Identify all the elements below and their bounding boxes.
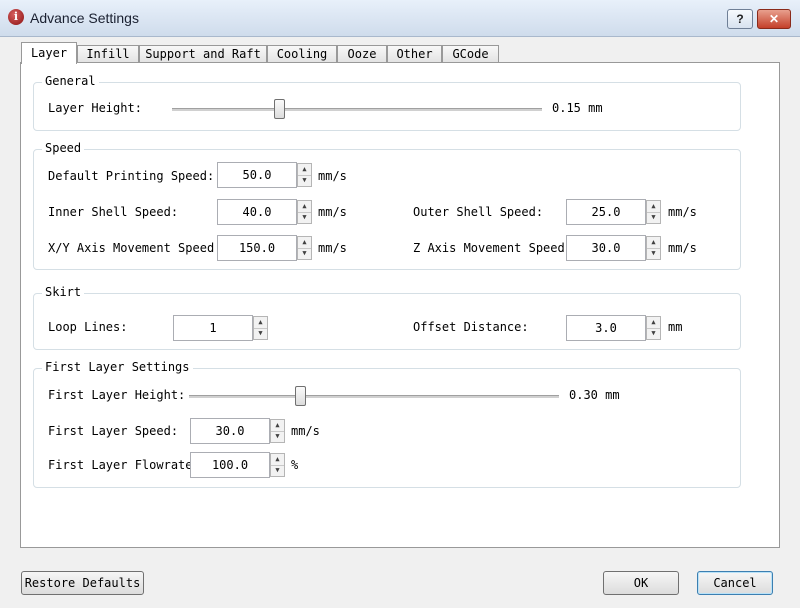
first-layer-height-slider-thumb[interactable] <box>295 386 306 406</box>
help-button[interactable]: ? <box>727 9 753 29</box>
first-layer-speed-spinbox: 30.0 ▲ ▼ <box>190 418 286 444</box>
spin-down-icon[interactable]: ▼ <box>271 431 284 442</box>
offset-distance-spinbox: 3.0 ▲ ▼ <box>566 315 662 341</box>
spin-down-icon[interactable]: ▼ <box>647 248 660 259</box>
tab-other[interactable]: Other <box>387 45 442 63</box>
default-printing-speed-input[interactable]: 50.0 <box>217 162 297 188</box>
tab-layer[interactable]: Layer <box>21 42 77 64</box>
first-layer-speed-input[interactable]: 30.0 <box>190 418 270 444</box>
close-icon: ✕ <box>768 12 780 26</box>
ok-button[interactable]: OK <box>603 571 679 595</box>
loop-lines-input[interactable]: 1 <box>173 315 253 341</box>
speed-group-title: Speed <box>42 141 85 155</box>
first-layer-group-title: First Layer Settings <box>42 360 193 374</box>
first-layer-height-slider-track[interactable] <box>189 395 559 398</box>
first-layer-group: First Layer Settings First Layer Height:… <box>33 360 741 488</box>
layer-height-slider-thumb[interactable] <box>274 99 286 119</box>
layer-height-value: 0.15 mm <box>552 101 603 115</box>
app-info-icon: i <box>8 9 24 25</box>
tab-support-and-raft[interactable]: Support and Raft <box>139 45 267 63</box>
outer-shell-speed-label: Outer Shell Speed: <box>413 205 544 219</box>
general-group: General Layer Height: 0.15 mm <box>33 74 741 131</box>
skirt-group-title: Skirt <box>42 285 85 299</box>
first-layer-flowrate-stepper[interactable]: ▲ ▼ <box>270 453 285 477</box>
outer-shell-speed-input[interactable]: 25.0 <box>566 199 646 225</box>
general-group-title: General <box>42 74 99 88</box>
default-printing-speed-label: Default Printing Speed: <box>48 169 215 183</box>
first-layer-flowrate-unit: % <box>291 458 299 472</box>
inner-shell-speed-stepper[interactable]: ▲ ▼ <box>297 200 312 224</box>
skirt-group: Skirt Loop Lines: 1 ▲ ▼ Offset Distance:… <box>33 285 741 350</box>
loop-lines-spinbox: 1 ▲ ▼ <box>173 315 269 341</box>
offset-distance-unit: mm <box>668 320 683 334</box>
inner-shell-speed-label: Inner Shell Speed: <box>48 205 179 219</box>
outer-shell-speed-spinbox: 25.0 ▲ ▼ <box>566 199 662 225</box>
default-printing-speed-unit: mm/s <box>318 169 347 183</box>
loop-lines-stepper[interactable]: ▲ ▼ <box>253 316 268 340</box>
first-layer-speed-unit: mm/s <box>291 424 320 438</box>
restore-defaults-button[interactable]: Restore Defaults <box>21 571 144 595</box>
offset-distance-stepper[interactable]: ▲ ▼ <box>646 316 661 340</box>
first-layer-height-label: First Layer Height: <box>48 388 186 402</box>
z-axis-speed-label: Z Axis Movement Speed: <box>413 241 572 255</box>
first-layer-flowrate-input[interactable]: 100.0 <box>190 452 270 478</box>
window-title: Advance Settings <box>30 10 139 26</box>
first-layer-speed-label: First Layer Speed: <box>48 424 179 438</box>
tab-ooze[interactable]: Ooze <box>337 45 387 63</box>
inner-shell-speed-input[interactable]: 40.0 <box>217 199 297 225</box>
spin-down-icon[interactable]: ▼ <box>647 212 660 223</box>
xy-axis-speed-stepper[interactable]: ▲ ▼ <box>297 236 312 260</box>
close-button[interactable]: ✕ <box>757 9 791 29</box>
spin-down-icon[interactable]: ▼ <box>298 248 311 259</box>
outer-shell-speed-unit: mm/s <box>668 205 697 219</box>
offset-distance-label: Offset Distance: <box>413 320 529 334</box>
tab-infill[interactable]: Infill <box>77 45 139 63</box>
first-layer-height-value: 0.30 mm <box>569 388 620 402</box>
xy-axis-speed-spinbox: 150.0 ▲ ▼ <box>217 235 313 261</box>
spin-down-icon[interactable]: ▼ <box>647 328 660 339</box>
inner-shell-speed-spinbox: 40.0 ▲ ▼ <box>217 199 313 225</box>
default-printing-speed-spinbox: 50.0 ▲ ▼ <box>217 162 313 188</box>
spin-down-icon[interactable]: ▼ <box>298 212 311 223</box>
xy-axis-speed-label: X/Y Axis Movement Speed: <box>48 241 222 255</box>
first-layer-flowrate-spinbox: 100.0 ▲ ▼ <box>190 452 286 478</box>
layer-height-label: Layer Height: <box>48 101 142 115</box>
spin-down-icon[interactable]: ▼ <box>298 175 311 186</box>
inner-shell-speed-unit: mm/s <box>318 205 347 219</box>
xy-axis-speed-input[interactable]: 150.0 <box>217 235 297 261</box>
offset-distance-input[interactable]: 3.0 <box>566 315 646 341</box>
loop-lines-label: Loop Lines: <box>48 320 128 334</box>
layer-height-slider-track[interactable] <box>172 108 542 111</box>
default-printing-speed-stepper[interactable]: ▲ ▼ <box>297 163 312 187</box>
z-axis-speed-stepper[interactable]: ▲ ▼ <box>646 236 661 260</box>
cancel-button[interactable]: Cancel <box>697 571 773 595</box>
z-axis-speed-input[interactable]: 30.0 <box>566 235 646 261</box>
layer-tab-page: General Layer Height: 0.15 mm Speed Defa… <box>20 62 780 548</box>
z-axis-speed-unit: mm/s <box>668 241 697 255</box>
tab-gcode[interactable]: GCode <box>442 45 499 63</box>
outer-shell-speed-stepper[interactable]: ▲ ▼ <box>646 200 661 224</box>
first-layer-speed-stepper[interactable]: ▲ ▼ <box>270 419 285 443</box>
title-bar: i Advance Settings ? ✕ <box>0 0 800 37</box>
tab-cooling[interactable]: Cooling <box>267 45 337 63</box>
speed-group: Speed Default Printing Speed: 50.0 ▲ ▼ m… <box>33 141 741 270</box>
spin-down-icon[interactable]: ▼ <box>254 328 267 339</box>
z-axis-speed-spinbox: 30.0 ▲ ▼ <box>566 235 662 261</box>
spin-down-icon[interactable]: ▼ <box>271 465 284 476</box>
first-layer-flowrate-label: First Layer Flowrate: <box>48 458 200 472</box>
xy-axis-speed-unit: mm/s <box>318 241 347 255</box>
